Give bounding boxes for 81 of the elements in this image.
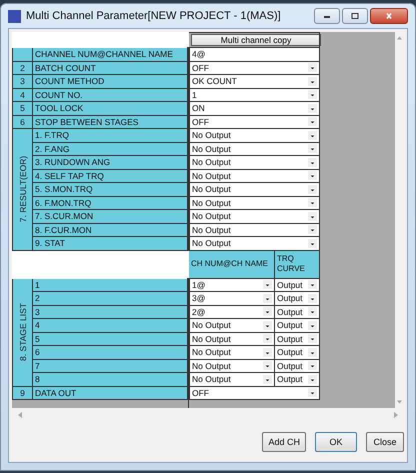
dropdown[interactable]: No Output <box>190 170 319 182</box>
group-label: 8. STAGE LIST <box>18 303 28 361</box>
parameter-label: 5. S.MON.TRQ <box>32 182 188 196</box>
scroll-left-icon <box>18 412 22 418</box>
dropdown[interactable]: No Output <box>190 224 319 236</box>
dropdown[interactable]: No Output <box>190 360 274 372</box>
dropdown[interactable]: No Output <box>190 156 319 168</box>
parameter-label: TOOL LOCK <box>32 102 188 115</box>
stage-label: 8 <box>32 372 188 386</box>
window-title: Multi Channel Parameter[NEW PROJECT - 1(MAS)] <box>26 10 282 22</box>
dropdown[interactable]: No Output <box>190 373 274 386</box>
dropdown[interactable]: No Output <box>190 346 274 358</box>
scroll-up-icon <box>397 36 402 40</box>
dropdown[interactable]: No Output <box>190 210 319 222</box>
row-number: 5 <box>12 102 32 115</box>
dialog-button[interactable]: Close <box>366 432 404 452</box>
group-label: 7. RESULT(EOR) <box>18 156 28 222</box>
parameter-label: COUNT NO. <box>32 88 188 102</box>
dropdown[interactable]: No Output <box>190 183 319 196</box>
row-number: 3 <box>12 74 32 88</box>
parameter-label: STOP BETWEEN STAGES <box>32 115 188 128</box>
dropdown[interactable]: No Output <box>190 129 319 142</box>
parameter-label: 1. F.TRQ <box>32 128 188 142</box>
dropdown[interactable]: 2@ <box>190 306 274 318</box>
parameter-label: 9. STAT <box>32 236 188 250</box>
scroll-down-icon <box>397 400 402 404</box>
row-number: 2 <box>12 61 32 74</box>
stage-label: 6 <box>32 346 188 359</box>
minimize-icon <box>322 13 332 19</box>
row-number: 4 <box>12 88 32 102</box>
multi-channel-copy-button[interactable]: Multi channel copy <box>191 34 321 46</box>
dropdown[interactable]: OK COUNT <box>190 75 319 88</box>
parameter-label: 8. F.CUR.MON <box>32 223 188 236</box>
dropdown[interactable]: ON <box>190 102 319 114</box>
dropdown[interactable]: No Output <box>190 332 274 345</box>
maximize-button[interactable] <box>342 8 368 24</box>
stage-label: 2 <box>32 292 188 305</box>
column-header: CH NUM@CH NAME <box>188 250 274 278</box>
dropdown[interactable]: OFF <box>190 386 319 399</box>
dropdown[interactable]: No Output <box>190 319 274 332</box>
dropdown[interactable]: OFF <box>190 62 319 74</box>
dialog-button[interactable]: OK <box>315 432 357 452</box>
column-header: TRQ CURVE <box>274 250 320 278</box>
stage-label: 1 <box>32 278 188 292</box>
parameter-label: 6. F.MON.TRQ <box>32 196 188 210</box>
dropdown[interactable]: Output <box>275 306 319 318</box>
parameter-label: 4. SELF TAP TRQ <box>32 169 188 182</box>
stage-label: 7 <box>32 359 188 372</box>
parameter-label: 3. RUNDOWN ANG <box>32 156 188 169</box>
stage-label: 4 <box>32 318 188 332</box>
parameter-label: 2. F.ANG <box>32 142 188 156</box>
minimize-button[interactable] <box>314 8 340 24</box>
dropdown[interactable]: Output <box>275 346 319 358</box>
dialog-button[interactable]: Add CH <box>262 432 306 452</box>
stage-label: 3 <box>32 305 188 318</box>
dropdown[interactable]: 3@ <box>190 292 274 304</box>
dropdown[interactable]: Output <box>275 332 319 345</box>
dropdown[interactable]: Output <box>275 292 319 304</box>
app-icon <box>8 10 21 22</box>
parameter-label: DATA OUT <box>32 386 188 400</box>
parameter-label: 7. S.CUR.MON <box>32 210 188 223</box>
dropdown[interactable]: No Output <box>190 142 319 155</box>
stage-label: 5 <box>32 332 188 346</box>
dropdown[interactable]: No Output <box>190 196 319 209</box>
parameter-label: BATCH COUNT <box>32 61 188 74</box>
scroll-right-icon <box>394 412 398 418</box>
dropdown[interactable]: Output <box>275 278 319 291</box>
close-icon <box>384 13 394 19</box>
row-number: 9 <box>12 386 32 400</box>
dropdown[interactable]: 1 <box>190 88 319 101</box>
close-button[interactable] <box>370 8 408 24</box>
dropdown[interactable]: Output <box>275 319 319 332</box>
dropdown[interactable]: No Output <box>190 237 319 250</box>
row-number: 6 <box>12 115 32 128</box>
dropdown[interactable]: 1@ <box>190 278 274 291</box>
dropdown[interactable]: OFF <box>190 116 319 128</box>
dropdown[interactable]: Output <box>275 360 319 372</box>
dropdown[interactable]: Output <box>275 373 319 386</box>
maximize-icon <box>350 13 360 19</box>
parameter-label: CHANNEL NUM@CHANNEL NAME <box>32 48 188 61</box>
parameter-label: COUNT METHOD <box>32 74 188 88</box>
